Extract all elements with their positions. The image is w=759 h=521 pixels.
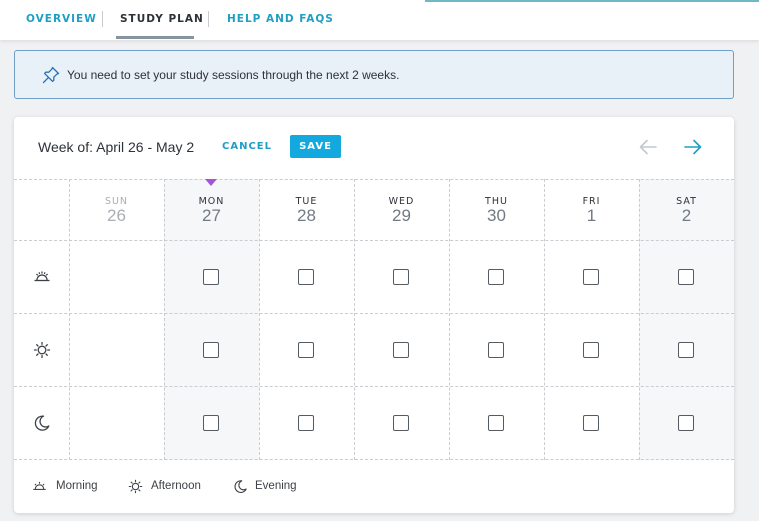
sunrise-icon [33,481,46,490]
checkbox-tue-afternoon[interactable] [298,342,314,358]
checkbox-wed-evening[interactable] [393,415,409,431]
day-header-fri: FRI 1 [544,179,639,239]
checkbox-fri-afternoon[interactable] [583,342,599,358]
top-navigation: OVERVIEW STUDY PLAN HELP AND FAQS [0,0,759,40]
checkbox-tue-morning[interactable] [298,269,314,285]
checkbox-tue-evening[interactable] [298,415,314,431]
grid-line [14,313,734,314]
day-date: 29 [392,206,411,225]
checkbox-wed-morning[interactable] [393,269,409,285]
day-date: 26 [107,206,126,225]
day-date: 2 [681,206,692,225]
info-banner: You need to set your study sessions thro… [14,50,734,99]
grid-line [14,459,734,460]
tab-divider [208,11,209,27]
legend-afternoon-label: Afternoon [151,480,201,492]
checkbox-thu-morning[interactable] [488,269,504,285]
checkbox-fri-morning[interactable] [583,269,599,285]
sun-icon [33,341,51,359]
checkbox-thu-evening[interactable] [488,415,504,431]
checkbox-mon-afternoon[interactable] [203,342,219,358]
sunrise-icon [34,271,50,282]
checkbox-sat-afternoon[interactable] [678,342,694,358]
grid-line [14,386,734,387]
checkbox-fri-evening[interactable] [583,415,599,431]
previous-week-arrow-icon[interactable] [637,137,659,157]
next-week-arrow-icon[interactable] [682,137,704,157]
save-button[interactable]: SAVE [290,135,341,158]
tab-overview[interactable]: OVERVIEW [26,13,97,25]
checkbox-sat-evening[interactable] [678,415,694,431]
tab-study-plan[interactable]: STUDY PLAN [120,13,204,25]
moon-icon [234,480,247,493]
checkbox-mon-evening[interactable] [203,415,219,431]
legend-morning-label: Morning [56,480,98,492]
day-header-sat: SAT 2 [639,179,734,239]
day-date: 27 [202,206,221,225]
tab-help-and-faqs[interactable]: HELP AND FAQS [227,13,334,25]
pin-icon [42,66,60,84]
day-header-mon: MON 27 [164,179,259,239]
day-header-tue: TUE 28 [259,179,354,239]
moon-icon [34,415,50,431]
nav-accent-line [425,0,759,2]
checkbox-wed-afternoon[interactable] [393,342,409,358]
week-label: Week of: April 26 - May 2 [38,139,195,155]
day-header-sun: SUN 26 [69,179,164,239]
checkbox-mon-morning[interactable] [203,269,219,285]
cancel-button[interactable]: CANCEL [222,141,272,152]
day-date: 28 [297,206,316,225]
day-header-wed: WED 29 [354,179,449,239]
active-tab-indicator [116,36,194,39]
tab-divider [102,11,103,27]
week-grid: SUN 26 MON 27 TUE 28 WED 29 THU 30 FRI 1… [14,179,734,460]
legend-evening-label: Evening [255,480,297,492]
day-date: 30 [487,206,506,225]
checkbox-thu-afternoon[interactable] [488,342,504,358]
day-header-thu: THU 30 [449,179,544,239]
grid-line [14,240,734,241]
study-plan-card: Week of: April 26 - May 2 CANCEL SAVE SU… [14,117,734,513]
day-date: 1 [586,206,597,225]
sun-icon [128,479,143,494]
checkbox-sat-morning[interactable] [678,269,694,285]
banner-message: You need to set your study sessions thro… [67,68,400,82]
